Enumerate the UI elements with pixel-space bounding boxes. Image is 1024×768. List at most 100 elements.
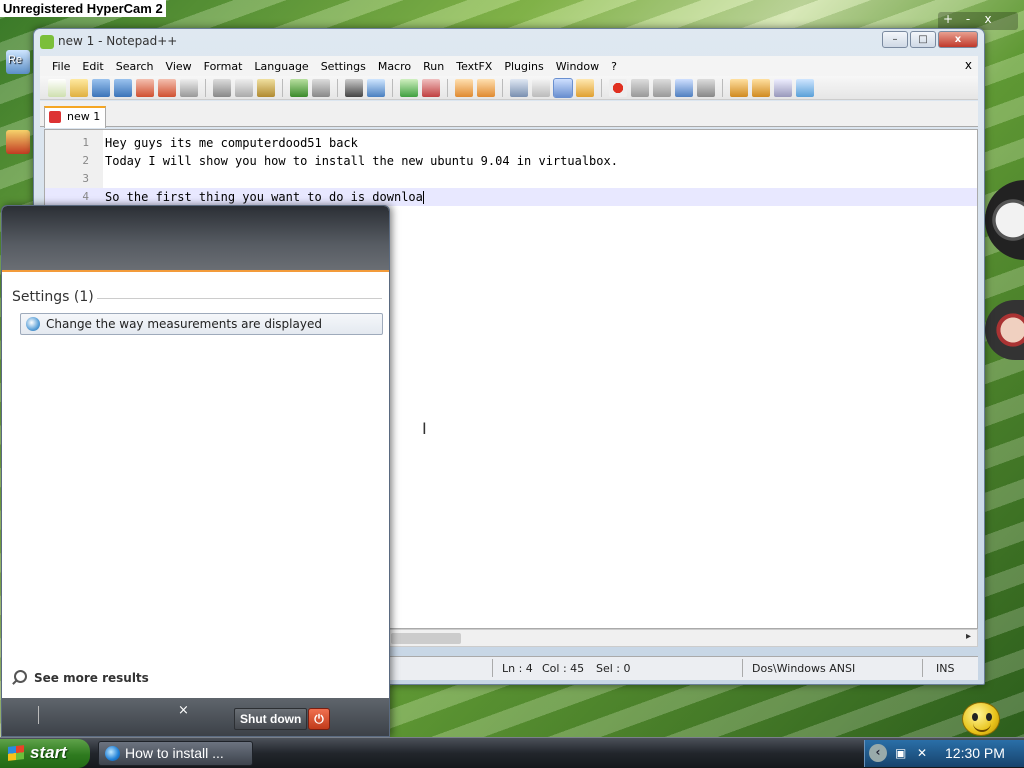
show-all-chars-icon[interactable] — [532, 78, 550, 97]
document-close-button[interactable]: x — [965, 58, 972, 72]
menu-settings[interactable]: Settings — [315, 60, 372, 73]
status-divider — [492, 659, 493, 677]
minimize-button[interactable]: – — [882, 31, 908, 48]
clear-search-icon[interactable]: × — [178, 703, 189, 718]
close-file-icon[interactable] — [136, 78, 154, 97]
editor-line[interactable]: 2 Today I will show you how to install t… — [45, 152, 977, 170]
menu-run[interactable]: Run — [417, 60, 450, 73]
shutdown-button[interactable]: Shut down — [234, 708, 308, 730]
indent-guide-icon[interactable] — [553, 77, 573, 98]
print-icon[interactable] — [180, 78, 198, 97]
gadget-minimize-button[interactable]: - — [958, 12, 978, 26]
toolbar-separator — [282, 78, 283, 97]
gadget-add-button[interactable]: + — [938, 12, 958, 26]
menu-format[interactable]: Format — [198, 60, 249, 73]
toolbar-separator — [205, 78, 206, 97]
plugin-icon-3[interactable] — [774, 78, 792, 97]
desktop-icon-app[interactable] — [6, 130, 30, 154]
zoom-in-icon[interactable] — [400, 78, 418, 97]
search-section-heading: Settings (1) — [12, 289, 94, 305]
menu-bar: File Edit Search View Format Language Se… — [40, 56, 978, 76]
menu-macro[interactable]: Macro — [372, 60, 417, 73]
close-all-icon[interactable] — [158, 78, 176, 97]
plugin-icon-2[interactable] — [752, 78, 770, 97]
copy-icon[interactable] — [235, 78, 253, 97]
window-title: new 1 - Notepad++ — [58, 34, 178, 48]
menu-plugins[interactable]: Plugins — [498, 60, 549, 73]
find-icon[interactable] — [345, 78, 363, 97]
menu-window[interactable]: Window — [550, 60, 605, 73]
paste-icon[interactable] — [257, 78, 275, 97]
taskbar-window-button[interactable]: How to install ... — [98, 741, 253, 766]
search-result-item[interactable]: Change the way measurements are displaye… — [20, 313, 383, 335]
desktop-icons: Re — [0, 50, 36, 200]
replace-icon[interactable] — [367, 78, 385, 97]
gadget-close-button[interactable]: x — [978, 12, 998, 26]
toolbar-separator — [601, 78, 602, 97]
see-more-results-link[interactable]: See more results — [14, 670, 149, 685]
notepad-app-icon[interactable] — [40, 35, 54, 49]
maximize-button[interactable]: □ — [910, 31, 936, 48]
zoom-out-icon[interactable] — [422, 78, 440, 97]
tab-new-1[interactable]: new 1 — [44, 106, 106, 128]
editor-line-current[interactable]: 4 So the first thing you want to do is d… — [45, 188, 977, 206]
desktop-icon-label: Re — [8, 54, 23, 66]
save-icon[interactable] — [92, 78, 110, 97]
start-menu-footer: × Shut down ⏻ — [2, 698, 389, 736]
taskbar: start How to install ... ‹ ▣ ✕ 12:30 PM — [0, 737, 1024, 768]
toolbar-separator — [447, 78, 448, 97]
editor-line[interactable]: 1 Hey guys its me computerdood51 back — [45, 134, 977, 152]
show-hidden-icons-button[interactable]: ‹ — [869, 744, 887, 762]
record-macro-icon[interactable] — [609, 78, 627, 97]
undo-icon[interactable] — [290, 78, 308, 97]
scroll-right-arrow-icon[interactable]: ▸ — [966, 631, 971, 642]
current-line-text: So the first thing you want to do is dow… — [105, 190, 423, 204]
menu-edit[interactable]: Edit — [76, 60, 109, 73]
hypercam-watermark: Unregistered HyperCam 2 — [0, 0, 166, 17]
scrollbar-thumb[interactable] — [391, 633, 461, 644]
save-all-icon[interactable] — [114, 78, 132, 97]
smiley-icon[interactable] — [962, 702, 1000, 736]
plugin-icon-1[interactable] — [730, 78, 748, 97]
line-number: 2 — [82, 154, 89, 167]
window-controls: – □ x — [882, 31, 978, 48]
menu-search[interactable]: Search — [110, 60, 160, 73]
run-macro-multiple-icon[interactable] — [675, 78, 693, 97]
sync-horizontal-icon[interactable] — [477, 78, 495, 97]
taskbar-window-label: How to install ... — [125, 745, 224, 761]
status-mode: INS — [936, 662, 955, 675]
line-text: Hey guys its me computerdood51 back — [105, 136, 358, 150]
play-macro-icon[interactable] — [653, 78, 671, 97]
open-file-icon[interactable] — [70, 78, 88, 97]
clock[interactable]: 12:30 PM — [945, 745, 1005, 761]
volume-muted-icon[interactable]: ✕ — [917, 746, 931, 760]
search-input[interactable] — [38, 706, 39, 724]
regional-settings-icon — [26, 317, 40, 331]
toolbar-separator — [722, 78, 723, 97]
unsaved-file-icon — [49, 111, 61, 123]
search-result-label: Change the way measurements are displaye… — [46, 317, 322, 331]
windows-flag-icon — [8, 745, 24, 761]
start-menu-header — [2, 206, 389, 272]
start-button[interactable]: start — [0, 739, 90, 768]
menu-textfx[interactable]: TextFX — [450, 60, 498, 73]
word-wrap-icon[interactable] — [510, 78, 528, 97]
redo-icon[interactable] — [312, 78, 330, 97]
menu-help[interactable]: ? — [605, 60, 623, 73]
section-divider — [97, 298, 382, 299]
stop-macro-icon[interactable] — [631, 78, 649, 97]
network-icon[interactable]: ▣ — [895, 746, 909, 760]
menu-view[interactable]: View — [160, 60, 198, 73]
cut-icon[interactable] — [213, 78, 231, 97]
menu-language[interactable]: Language — [248, 60, 314, 73]
new-file-icon[interactable] — [48, 78, 66, 97]
close-button[interactable]: x — [938, 31, 978, 48]
fold-icon[interactable] — [576, 78, 594, 97]
save-macro-icon[interactable] — [697, 78, 715, 97]
sync-vertical-icon[interactable] — [455, 78, 473, 97]
editor-line[interactable]: 3 — [45, 170, 977, 188]
menu-file[interactable]: File — [46, 60, 76, 73]
plugin-icon-4[interactable] — [796, 78, 814, 97]
system-tray: ‹ ▣ ✕ 12:30 PM — [864, 740, 1024, 767]
power-options-icon[interactable]: ⏻ — [308, 708, 330, 730]
